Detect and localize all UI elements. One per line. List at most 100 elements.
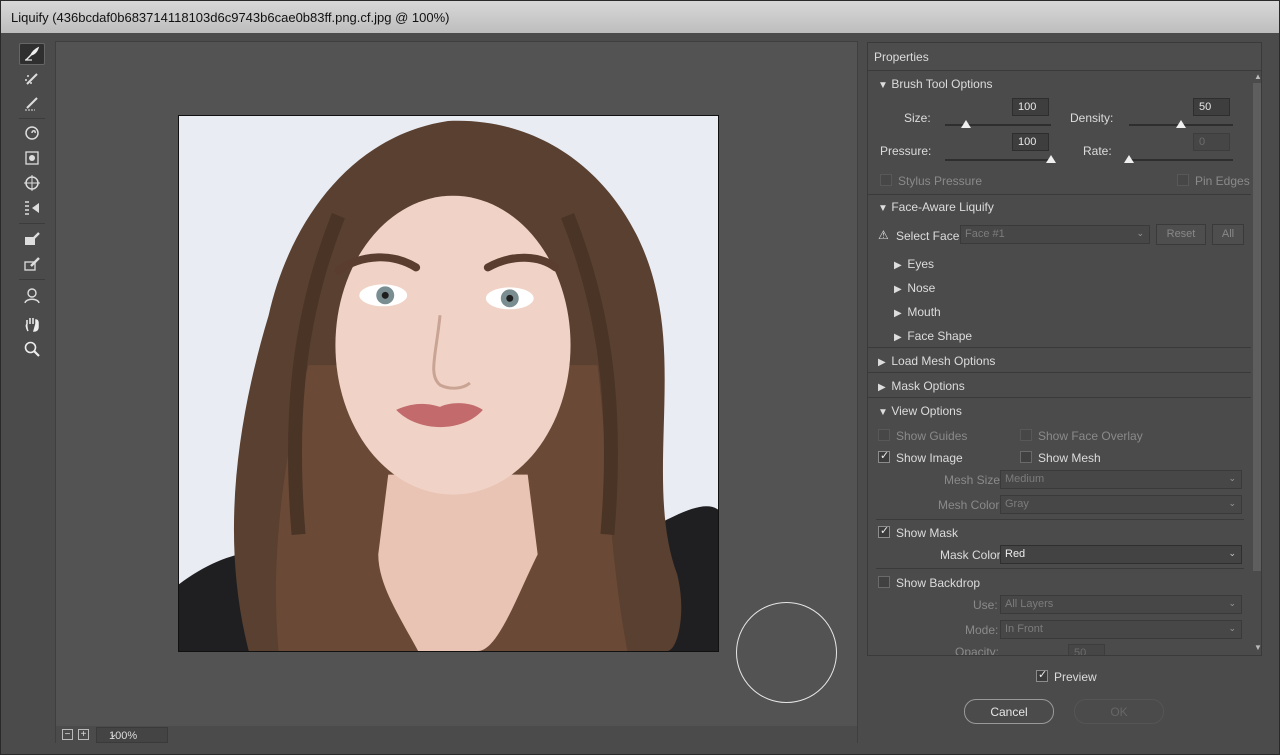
bloat-tool-icon[interactable]	[19, 172, 45, 194]
mask-options-toggle[interactable]: ▶ Mask Options	[878, 379, 965, 393]
select-face-label: Select Face:	[896, 229, 963, 243]
density-slider-thumb[interactable]	[1176, 120, 1186, 128]
use-dropdown[interactable]: All Layers ⌄	[1000, 595, 1242, 614]
stylus-pressure-label: Stylus Pressure	[898, 174, 983, 188]
triangle-right-icon: ▶	[894, 284, 902, 295]
thaw-mask-tool-icon[interactable]	[19, 253, 45, 275]
density-label: Density:	[1070, 111, 1114, 125]
zoom-tool-icon[interactable]	[19, 338, 45, 360]
size-slider-thumb[interactable]	[961, 120, 972, 128]
triangle-right-icon: ▶	[894, 308, 902, 319]
rate-slider-thumb[interactable]	[1124, 155, 1134, 163]
mask-color-dropdown[interactable]: Red ⌄	[1000, 545, 1242, 564]
density-input[interactable]: 50	[1193, 98, 1230, 116]
opacity-input[interactable]: 50	[1068, 644, 1105, 655]
chevron-down-icon: ⌄	[1228, 623, 1236, 633]
use-label: Use:	[973, 598, 998, 612]
show-backdrop-label: Show Backdrop	[896, 576, 981, 590]
scroll-up-icon[interactable]: ▲	[1254, 72, 1261, 81]
reset-button[interactable]: Reset	[1156, 224, 1206, 245]
face-shape-toggle[interactable]: ▶ Face Shape	[894, 329, 972, 343]
brush-tool-options-toggle[interactable]: ▼ Brush Tool Options	[878, 77, 993, 91]
portrait-image[interactable]	[178, 115, 719, 652]
show-mask-label: Show Mask	[896, 526, 959, 540]
freeze-mask-tool-icon[interactable]	[19, 228, 45, 250]
view-options-title: View Options	[891, 404, 962, 418]
triangle-down-icon: ▼	[878, 80, 888, 91]
mesh-color-label: Mesh Color:	[938, 498, 1003, 512]
eyes-label: Eyes	[907, 257, 935, 271]
twirl-clockwise-tool-icon[interactable]	[19, 122, 45, 144]
tools-panel	[15, 41, 49, 371]
mouth-toggle[interactable]: ▶ Mouth	[894, 305, 941, 319]
cancel-button[interactable]: Cancel	[964, 699, 1054, 724]
window-title: Liquify (436bcdaf0b683714118103d6c9743b6…	[11, 10, 450, 25]
hand-tool-icon[interactable]	[19, 313, 45, 335]
reconstruct-tool-icon[interactable]	[19, 68, 45, 90]
rate-label: Rate:	[1083, 144, 1112, 158]
pressure-input[interactable]: 100	[1012, 133, 1049, 151]
opacity-label: Opacity:	[955, 645, 1000, 656]
zoom-level-select[interactable]: 100% ⌄	[96, 727, 168, 743]
chevron-down-icon: ⌄	[1228, 473, 1236, 483]
show-guides-checkbox[interactable]	[878, 429, 890, 441]
view-options-toggle[interactable]: ▼ View Options	[878, 404, 962, 418]
forward-warp-tool-icon[interactable]	[19, 43, 45, 65]
pressure-slider[interactable]	[945, 159, 1051, 161]
load-mesh-options-toggle[interactable]: ▶ Load Mesh Options	[878, 354, 995, 368]
triangle-down-icon: ▼	[878, 407, 888, 418]
pucker-tool-icon[interactable]	[19, 147, 45, 169]
brush-tool-options-title: Brush Tool Options	[891, 77, 993, 91]
nose-label: Nose	[907, 281, 936, 295]
brush-cursor	[736, 602, 837, 703]
show-mask-checkbox[interactable]	[878, 524, 890, 538]
mouth-label: Mouth	[907, 305, 941, 319]
size-input[interactable]: 100	[1012, 98, 1049, 116]
properties-panel: Properties ▼ Brush Tool Options Size: 10…	[867, 42, 1262, 656]
mode-dropdown[interactable]: In Front ⌄	[1000, 620, 1242, 639]
smooth-tool-icon[interactable]	[19, 92, 45, 114]
all-button[interactable]: All	[1212, 224, 1244, 245]
stylus-pressure-checkbox[interactable]	[880, 174, 892, 186]
zoom-out-button[interactable]: −	[62, 729, 73, 740]
mesh-size-dropdown[interactable]: Medium ⌄	[1000, 470, 1242, 489]
face-aware-liquify-title: Face-Aware Liquify	[891, 200, 994, 214]
preview-canvas[interactable]: − + 100% ⌄	[55, 41, 858, 744]
chevron-down-icon: ⌄	[109, 729, 118, 740]
triangle-right-icon: ▶	[894, 332, 902, 343]
triangle-right-icon: ▶	[878, 357, 886, 368]
select-face-dropdown[interactable]: Face #1 ⌄	[960, 225, 1150, 244]
rate-input[interactable]: 0	[1193, 133, 1230, 151]
pressure-slider-thumb[interactable]	[1046, 155, 1056, 163]
liquify-dialog: Liquify (436bcdaf0b683714118103d6c9743b6…	[0, 0, 1280, 755]
properties-header: Properties	[868, 43, 1261, 71]
use-value: All Layers	[1005, 598, 1054, 610]
properties-scrollbar-thumb[interactable]	[1253, 83, 1261, 571]
push-left-tool-icon[interactable]	[19, 197, 45, 219]
warning-icon: ⚠	[878, 228, 889, 242]
chevron-down-icon: ⌄	[1136, 228, 1144, 238]
dialog-footer: Preview Cancel OK	[867, 661, 1262, 741]
show-image-checkbox[interactable]	[878, 449, 890, 463]
load-mesh-options-title: Load Mesh Options	[891, 354, 996, 368]
show-face-overlay-checkbox[interactable]	[1020, 429, 1032, 441]
select-face-value: Face #1	[965, 228, 1005, 240]
mesh-size-label: Mesh Size:	[944, 473, 1004, 487]
pin-edges-checkbox[interactable]	[1177, 174, 1189, 186]
show-mesh-checkbox[interactable]	[1020, 451, 1032, 463]
face-aware-liquify-toggle[interactable]: ▼ Face-Aware Liquify	[878, 200, 994, 214]
zoom-in-button[interactable]: +	[78, 729, 89, 740]
mode-value: In Front	[1005, 623, 1043, 635]
title-bar[interactable]: Liquify (436bcdaf0b683714118103d6c9743b6…	[1, 1, 1279, 33]
eyes-toggle[interactable]: ▶ Eyes	[894, 257, 934, 271]
rate-slider[interactable]	[1129, 159, 1233, 161]
show-image-label: Show Image	[896, 451, 963, 465]
show-backdrop-checkbox[interactable]	[878, 576, 890, 588]
size-label: Size:	[904, 111, 931, 125]
scroll-down-icon[interactable]: ▼	[1254, 643, 1261, 652]
preview-checkbox[interactable]	[1036, 668, 1048, 682]
mesh-color-dropdown[interactable]: Gray ⌄	[1000, 495, 1242, 514]
face-tool-icon[interactable]	[19, 284, 45, 306]
ok-button[interactable]: OK	[1074, 699, 1164, 724]
nose-toggle[interactable]: ▶ Nose	[894, 281, 935, 295]
